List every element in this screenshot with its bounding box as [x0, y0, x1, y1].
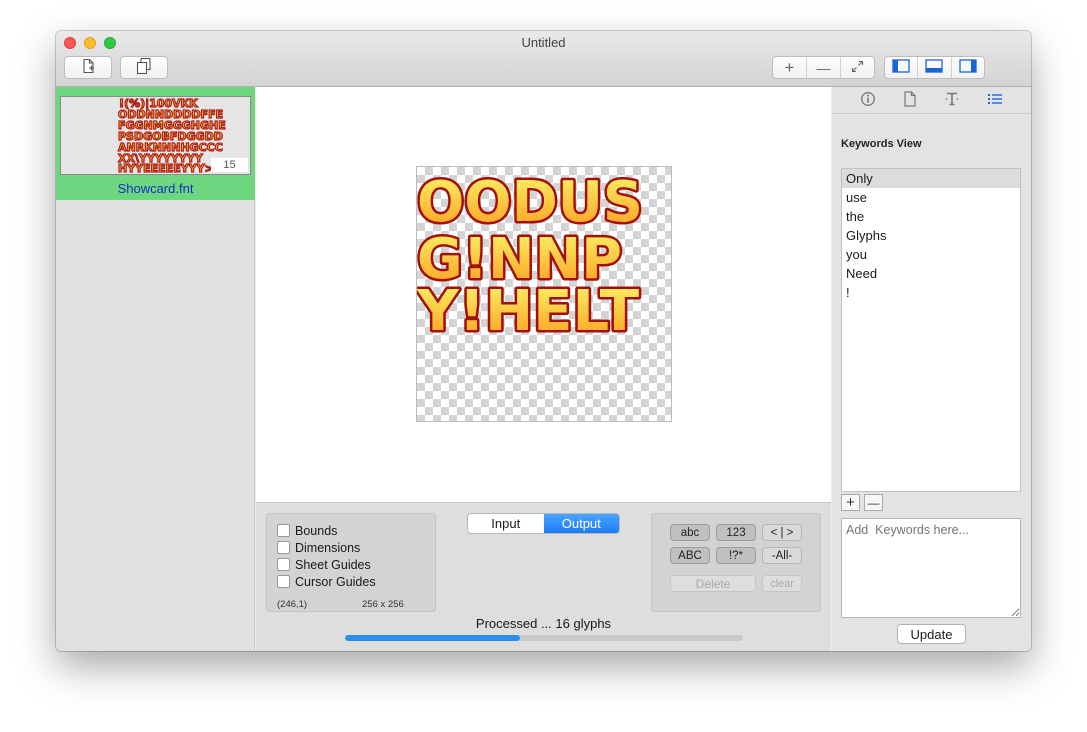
punctuation-button[interactable]: !?*: [716, 547, 756, 564]
list-item[interactable]: you: [842, 245, 1020, 264]
document-icon[interactable]: [903, 90, 917, 110]
add-keyword-button[interactable]: +: [841, 494, 860, 511]
cursor-guides-checkbox[interactable]: Cursor Guides: [277, 573, 435, 590]
window-title: Untitled: [521, 35, 566, 50]
mode-toggle: Input Output: [467, 513, 620, 534]
file-sidebar: !(%)|100VKK ODDNNDDDDFFE FGGNMGGGHGHE PS…: [56, 87, 255, 651]
new-document-icon: [80, 58, 96, 77]
tab-input[interactable]: Input: [468, 514, 544, 533]
cursor-position: (246,1): [277, 599, 308, 610]
expand-icon: [851, 60, 864, 76]
sheet-size: 256 x 256: [362, 599, 404, 610]
list-icon[interactable]: [987, 91, 1003, 110]
zoom-controls: + —: [772, 56, 875, 79]
sidebar-item-showcard[interactable]: !(%)|100VKK ODDNNDDDDFFE FGGNMGGGHGHE PS…: [56, 87, 255, 200]
toggle-right-panel-button[interactable]: [952, 57, 984, 78]
progress-bar: [345, 635, 743, 641]
dimensions-checkbox[interactable]: Dimensions: [277, 539, 435, 556]
zoom-in-button[interactable]: +: [773, 57, 807, 78]
text-icon[interactable]: [944, 91, 960, 110]
keyword-input[interactable]: [841, 518, 1021, 618]
glyph-sheet: OODUS G!NNP Y!HELT: [416, 166, 672, 422]
list-item[interactable]: use: [842, 188, 1020, 207]
fit-button[interactable]: [841, 57, 874, 78]
brackets-button[interactable]: < | >: [762, 524, 802, 541]
list-item[interactable]: !: [842, 283, 1020, 302]
display-options: Bounds Dimensions Sheet Guides Cursor Gu…: [266, 513, 436, 612]
list-item[interactable]: the: [842, 207, 1020, 226]
bottom-panel: Bounds Dimensions Sheet Guides Cursor Gu…: [256, 502, 831, 651]
toggle-left-panel-button[interactable]: [885, 57, 919, 78]
copy-button[interactable]: [120, 56, 168, 79]
glyph-count-badge: 15: [211, 158, 248, 172]
numbers-button[interactable]: 123: [716, 524, 756, 541]
remove-keyword-button[interactable]: —: [864, 494, 883, 511]
clear-button[interactable]: clear: [762, 575, 802, 592]
new-document-button[interactable]: [64, 56, 112, 79]
panel-toggles: [884, 56, 985, 79]
list-item[interactable]: Only: [842, 169, 1020, 188]
tab-output[interactable]: Output: [543, 514, 619, 533]
lowercase-button[interactable]: abc: [670, 524, 710, 541]
info-icon[interactable]: [860, 91, 876, 110]
list-item[interactable]: Glyphs: [842, 226, 1020, 245]
glyph-row-1: OODUS: [417, 170, 643, 235]
left-panel-icon: [892, 59, 910, 76]
zoom-out-button[interactable]: —: [807, 57, 841, 78]
delete-button[interactable]: Delete: [670, 575, 756, 592]
glyph-sheet-render: OODUS G!NNP Y!HELT: [417, 168, 646, 347]
app-window: Untitled + — !(%)|100VKK ODDNNDDDDFFE FG…: [56, 31, 1031, 651]
list-item[interactable]: Need: [842, 264, 1020, 283]
update-button[interactable]: Update: [897, 624, 966, 644]
sheet-guides-checkbox[interactable]: Sheet Guides: [277, 556, 435, 573]
titlebar: Untitled + —: [56, 31, 1031, 87]
right-panel-icon: [959, 59, 977, 76]
keywords-view-title: Keywords View: [841, 138, 922, 150]
status-text: Processed ... 16 glyphs: [475, 616, 612, 631]
charset-buttons: abc 123 < | > ABC !?* -All- Delete clear: [651, 513, 821, 612]
sidebar-item-label: Showcard.fnt: [117, 181, 194, 196]
toggle-bottom-panel-button[interactable]: [918, 57, 952, 78]
bounds-checkbox[interactable]: Bounds: [277, 522, 435, 539]
uppercase-button[interactable]: ABC: [670, 547, 710, 564]
progress-fill: [345, 635, 521, 641]
bottom-panel-icon: [925, 59, 944, 76]
inspector-tabs: [832, 87, 1031, 114]
preview-canvas: OODUS G!NNP Y!HELT: [256, 87, 831, 502]
font-thumbnail: !(%)|100VKK ODDNNDDDDFFE FGGNMGGGHGHE PS…: [60, 96, 251, 176]
glyph-row-3: Y!HELT: [417, 279, 639, 344]
svg-text:HYYEEEEEYYY>: HYYEEEEEYYY>: [118, 162, 214, 174]
copy-icon: [135, 57, 153, 78]
inspector-panel: Keywords View Only use the Glyphs you Ne…: [832, 87, 1031, 651]
keywords-list: Only use the Glyphs you Need !: [841, 168, 1021, 492]
all-button[interactable]: -All-: [762, 547, 802, 564]
